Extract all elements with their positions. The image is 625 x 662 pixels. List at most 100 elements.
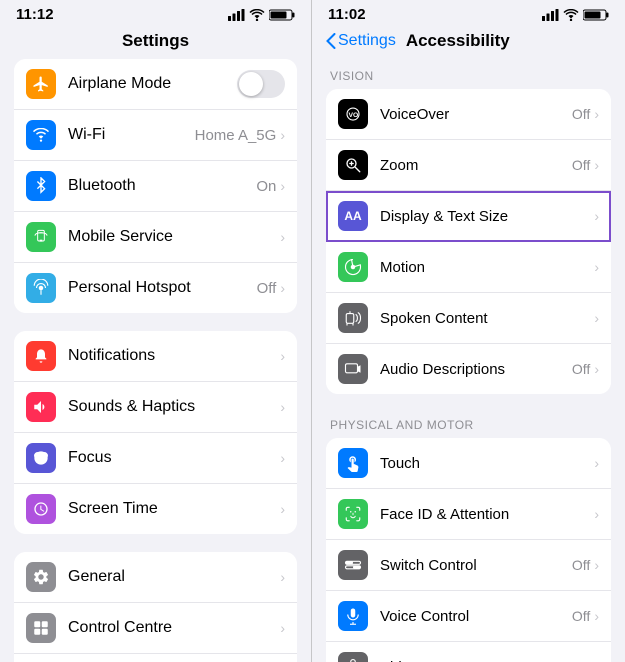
voiceover-label: VoiceOver: [380, 106, 572, 123]
display-text-label: Display & Text Size: [380, 208, 594, 225]
switch-control-icon: [338, 550, 368, 580]
notifs-content: Notifications ›: [68, 347, 285, 365]
bluetooth-right: On ›: [256, 178, 285, 195]
row-hotspot[interactable]: Personal Hotspot Off ›: [14, 263, 297, 313]
wifi-chevron: ›: [280, 127, 285, 143]
airplane-label: Airplane Mode: [68, 75, 171, 93]
hotspot-content: Personal Hotspot Off ›: [68, 279, 285, 297]
display-text-icon: AA: [338, 201, 368, 231]
row-notifications[interactable]: Notifications ›: [14, 331, 297, 382]
spoken-icon: [338, 303, 368, 333]
row-voice-control[interactable]: Voice Control Off ›: [326, 591, 611, 642]
row-display-text[interactable]: AA Display & Text Size ›: [326, 191, 611, 242]
voiceover-icon: VO: [338, 99, 368, 129]
bluetooth-value: On: [256, 178, 276, 195]
display-text-right: ›: [594, 208, 599, 224]
row-motion[interactable]: Motion ›: [326, 242, 611, 293]
wifi-label: Wi-Fi: [68, 126, 105, 144]
faceid-label: Face ID & Attention: [380, 506, 594, 523]
wifi-content: Wi-Fi Home A_5G ›: [68, 126, 285, 144]
physical-group: Touch › Face ID & Attention ›: [326, 438, 611, 662]
row-control-centre[interactable]: Control Centre ›: [14, 603, 297, 654]
motion-icon: [338, 252, 368, 282]
airplane-toggle[interactable]: [237, 70, 285, 98]
row-display[interactable]: Display & Brightness ›: [14, 654, 297, 662]
voice-control-chevron: ›: [594, 608, 599, 624]
left-status-icons: [228, 9, 295, 21]
bluetooth-chevron: ›: [280, 178, 285, 194]
row-sounds[interactable]: Sounds & Haptics ›: [14, 382, 297, 433]
zoom-chevron: ›: [594, 157, 599, 173]
row-general[interactable]: General ›: [14, 552, 297, 603]
row-switch-control[interactable]: Switch Control Off ›: [326, 540, 611, 591]
focus-chevron: ›: [280, 450, 285, 466]
row-audio-desc[interactable]: Audio Descriptions Off ›: [326, 344, 611, 394]
spoken-right: ›: [594, 310, 599, 326]
mobile-icon: [26, 222, 56, 252]
left-time: 11:12: [16, 6, 54, 23]
bluetooth-row-icon: [26, 171, 56, 201]
voice-control-value: Off: [572, 608, 590, 624]
control-centre-chevron: ›: [280, 620, 285, 636]
right-signal-icon: [542, 9, 559, 21]
left-page-title: Settings: [0, 27, 311, 59]
airplane-content: Airplane Mode: [68, 70, 285, 98]
zoom-icon: [338, 150, 368, 180]
spoken-chevron: ›: [594, 310, 599, 326]
display-text-chevron: ›: [594, 208, 599, 224]
row-airplane[interactable]: Airplane Mode: [14, 59, 297, 110]
row-zoom[interactable]: Zoom Off ›: [326, 140, 611, 191]
row-faceid[interactable]: Face ID & Attention ›: [326, 489, 611, 540]
audio-desc-right: Off ›: [572, 361, 599, 377]
wifi-row-icon: [26, 120, 56, 150]
faceid-right: ›: [594, 506, 599, 522]
screentime-label: Screen Time: [68, 500, 158, 518]
row-wifi[interactable]: Wi-Fi Home A_5G ›: [14, 110, 297, 161]
audio-desc-chevron: ›: [594, 361, 599, 377]
row-side-button[interactable]: Side Button ›: [326, 642, 611, 662]
settings-group-2: Notifications › Sounds & Haptics ›: [14, 331, 297, 534]
airplane-icon: [26, 69, 56, 99]
sounds-label: Sounds & Haptics: [68, 398, 195, 416]
general-chevron: ›: [280, 569, 285, 585]
focus-icon: [26, 443, 56, 473]
spoken-label: Spoken Content: [380, 310, 594, 327]
back-label: Settings: [338, 32, 396, 50]
voice-control-icon: [338, 601, 368, 631]
hotspot-label: Personal Hotspot: [68, 279, 191, 297]
settings-group-3: General › Control Centre ›: [14, 552, 297, 662]
motion-label: Motion: [380, 259, 594, 276]
row-screen-time[interactable]: Screen Time ›: [14, 484, 297, 534]
left-panel: 11:12 Settings: [0, 0, 312, 662]
sounds-icon: [26, 392, 56, 422]
mobile-content: Mobile Service ›: [68, 228, 285, 246]
voice-control-right: Off ›: [572, 608, 599, 624]
row-focus[interactable]: Focus ›: [14, 433, 297, 484]
touch-label: Touch: [380, 455, 594, 472]
audio-desc-icon: [338, 354, 368, 384]
sounds-content: Sounds & Haptics ›: [68, 398, 285, 416]
hotspot-right: Off ›: [257, 280, 285, 297]
row-bluetooth[interactable]: Bluetooth On ›: [14, 161, 297, 212]
side-button-icon: [338, 652, 368, 662]
right-wifi-icon: [563, 9, 579, 21]
notifs-label: Notifications: [68, 347, 155, 365]
signal-icon: [228, 9, 245, 21]
aa-text: AA: [344, 209, 361, 223]
row-spoken[interactable]: Spoken Content ›: [326, 293, 611, 344]
general-icon: [26, 562, 56, 592]
wifi-icon: [249, 9, 265, 21]
zoom-label: Zoom: [380, 157, 572, 174]
back-button[interactable]: Settings: [326, 32, 396, 50]
voice-control-label: Voice Control: [380, 608, 572, 625]
switch-control-label: Switch Control: [380, 557, 572, 574]
mobile-label: Mobile Service: [68, 228, 173, 246]
row-voiceover[interactable]: VO VoiceOver Off ›: [326, 89, 611, 140]
sounds-chevron: ›: [280, 399, 285, 415]
notifications-icon: [26, 341, 56, 371]
row-mobile[interactable]: Mobile Service ›: [14, 212, 297, 263]
mobile-chevron: ›: [280, 229, 285, 245]
right-nav: Settings Accessibility: [312, 27, 625, 59]
right-content: VISION VO VoiceOver Off › Zoom: [312, 59, 625, 662]
row-touch[interactable]: Touch ›: [326, 438, 611, 489]
